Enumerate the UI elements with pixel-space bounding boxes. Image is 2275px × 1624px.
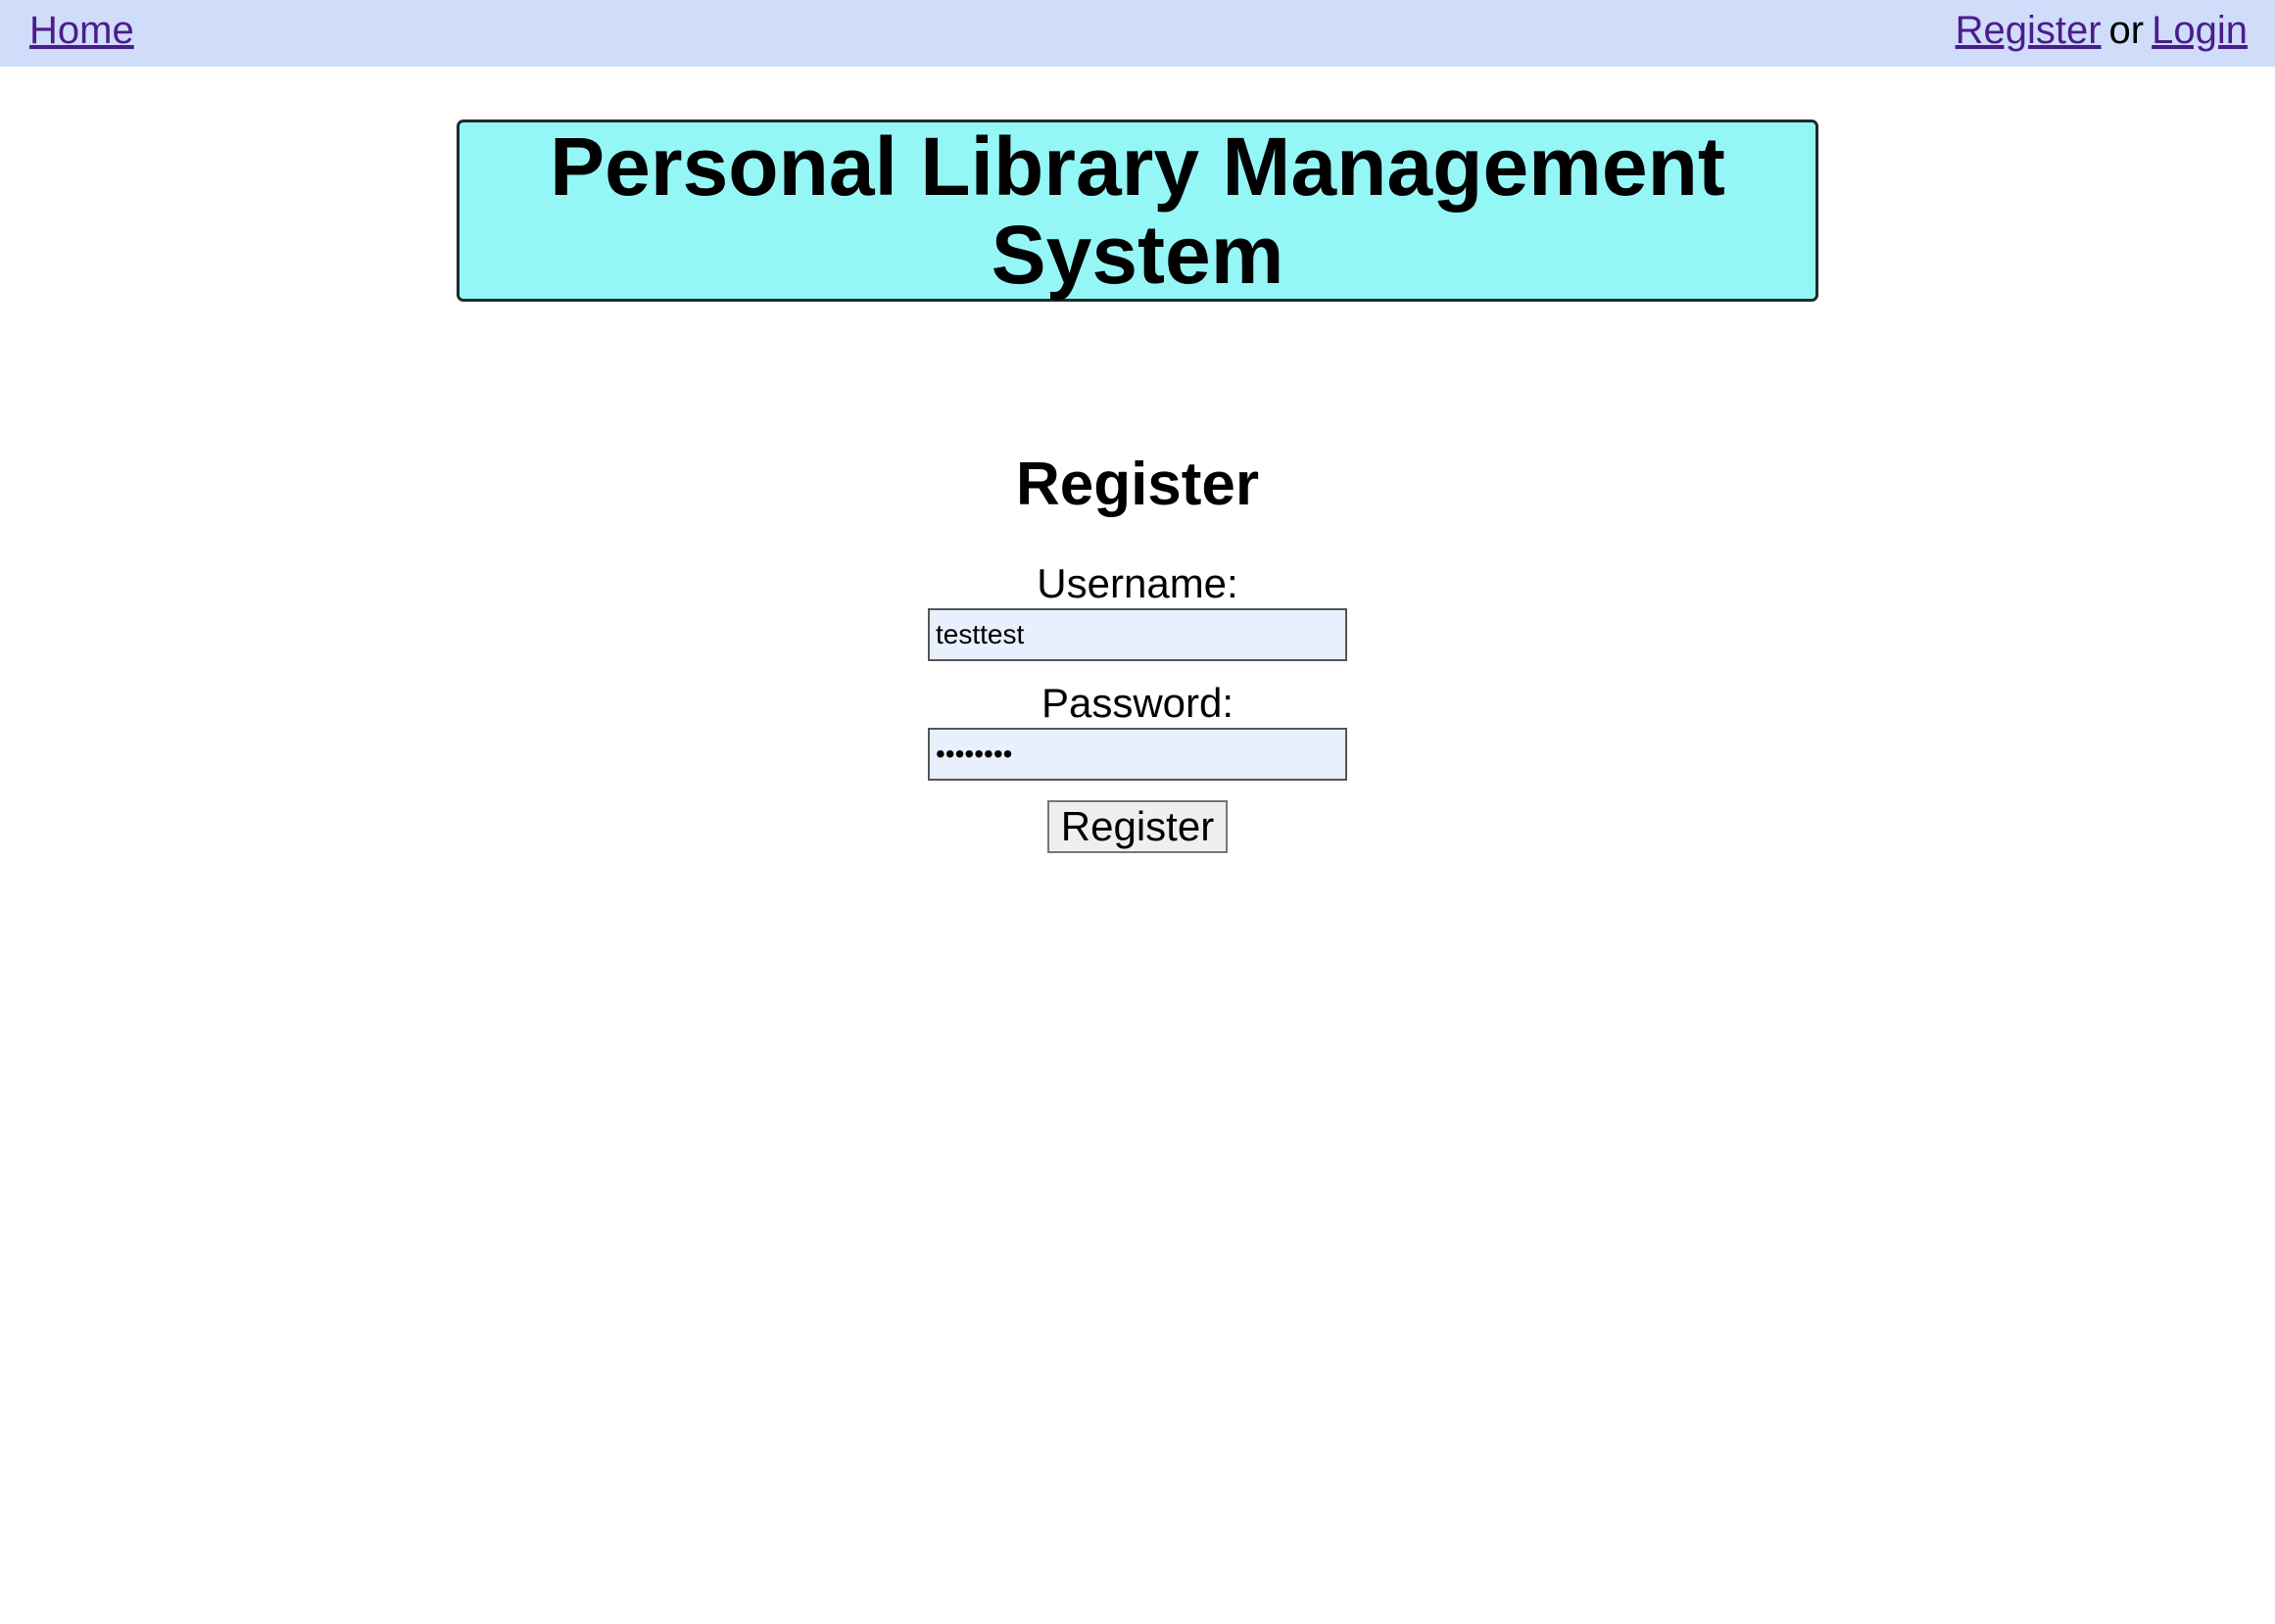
username-label: Username: bbox=[1037, 560, 1238, 606]
password-input[interactable] bbox=[928, 728, 1347, 781]
nav-separator-text: or bbox=[2108, 9, 2145, 52]
site-title: Personal Library Management System bbox=[550, 120, 1725, 301]
nav-left-group: Home bbox=[29, 6, 134, 64]
login-link[interactable]: Login bbox=[2152, 9, 2248, 52]
nav-right-group: Register or Login bbox=[1956, 6, 2248, 55]
top-navigation-bar: Home Register or Login bbox=[0, 0, 2275, 67]
register-link[interactable]: Register bbox=[1956, 9, 2102, 52]
password-label: Password: bbox=[1041, 680, 1234, 726]
username-input[interactable] bbox=[928, 608, 1347, 661]
site-banner: Personal Library Management System bbox=[457, 119, 1818, 302]
register-form: Register Username: Password: Register bbox=[0, 446, 2275, 853]
register-button[interactable]: Register bbox=[1046, 800, 1229, 853]
form-title: Register bbox=[1015, 451, 1260, 518]
home-link[interactable]: Home bbox=[29, 9, 134, 52]
